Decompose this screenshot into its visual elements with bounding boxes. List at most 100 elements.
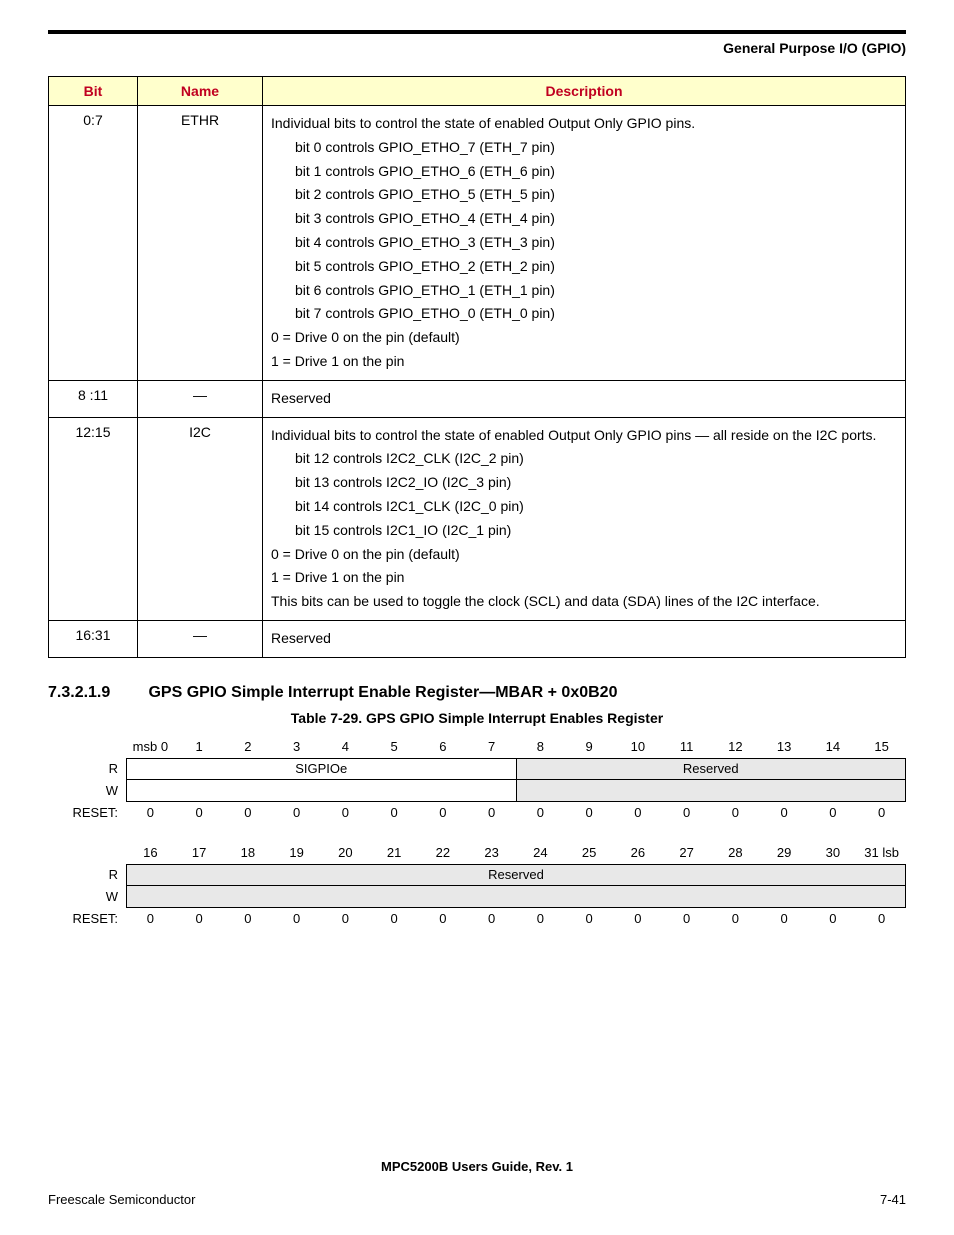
desc-line: bit 13 controls I2C2_IO (I2C_3 pin) [271,471,897,495]
field-reserved: Reserved [126,864,906,886]
field-reserved: Reserved [516,758,907,780]
bit-cell: 0 [321,908,370,930]
w-row-hi: W [48,780,906,802]
table-row: 0:7 ETHR Individual bits to control the … [49,106,906,381]
desc-line: bit 6 controls GPIO_ETHO_1 (ETH_1 pin) [271,279,897,303]
r-row-lo: R Reserved [48,864,906,886]
page-footer: MPC5200B Users Guide, Rev. 1 Freescale S… [48,1159,906,1207]
bit-cell: 0 [662,908,711,930]
bit-cell: 27 [662,842,711,864]
table-caption: Table 7-29. GPS GPIO Simple Interrupt En… [48,710,906,726]
desc-line: bit 4 controls GPIO_ETHO_3 (ETH_3 pin) [271,231,897,255]
reset-row-lo: RESET: 0000000000000000 [48,908,906,930]
bit-cell: 0 [809,908,858,930]
bit-cell: 28 [711,842,760,864]
w-label: W [48,780,126,802]
bit-cell: 0 [760,908,809,930]
bit-cell: 6 [419,736,468,758]
bit-cell: 0 [272,802,321,824]
field-desc: Individual bits to control the state of … [263,417,906,620]
bit-range: 12:15 [49,417,138,620]
bit-cell: 0 [614,908,663,930]
bit-cell: 0 [370,802,419,824]
bit-cell: 1 [175,736,224,758]
footer-left: Freescale Semiconductor [48,1192,195,1207]
bit-cell: 0 [419,908,468,930]
bit-cell: 0 [321,802,370,824]
section-heading: 7.3.2.1.9 GPS GPIO Simple Interrupt Enab… [48,684,906,702]
reset-label: RESET: [48,802,126,824]
field-name: — [138,620,263,657]
field-name: I2C [138,417,263,620]
bit-cell: 17 [175,842,224,864]
bit-cell: 10 [614,736,663,758]
desc-v1: 1 = Drive 1 on the pin [271,566,897,590]
desc-line: bit 3 controls GPIO_ETHO_4 (ETH_4 pin) [271,207,897,231]
bit-cell: 0 [614,802,663,824]
bit-cell: 0 [272,908,321,930]
section-number: 7.3.2.1.9 [48,684,144,702]
bit-cell: 0 [224,908,273,930]
bit-cell: 8 [516,736,565,758]
bit-cell: 0 [809,802,858,824]
field-desc: Reserved [263,380,906,417]
field-desc: Individual bits to control the state of … [263,106,906,381]
bit-numbers-lo: 16171819202122232425262728293031 lsb [48,842,906,864]
register-bit-diagram: msb 0123456789101112131415 R SIGPIOe Res… [48,736,906,930]
r-row-hi: R SIGPIOe Reserved [48,758,906,780]
register-fields-table: Bit Name Description 0:7 ETHR Individual… [48,76,906,658]
section-title: GPS GPIO Simple Interrupt Enable Registe… [148,684,617,701]
bit-cell: 0 [516,802,565,824]
bit-cell: 0 [760,802,809,824]
desc-v1: 1 = Drive 1 on the pin [271,350,897,374]
r-label: R [48,864,126,886]
bit-cell: 0 [467,908,516,930]
reset-label: RESET: [48,908,126,930]
field-name: ETHR [138,106,263,381]
bit-cell: 20 [321,842,370,864]
footer-guide: MPC5200B Users Guide, Rev. 1 [48,1159,906,1174]
bit-cell: 29 [760,842,809,864]
w-label: W [48,886,126,908]
desc-line: bit 12 controls I2C2_CLK (I2C_2 pin) [271,447,897,471]
bit-cell: 0 [175,802,224,824]
bit-cell: 9 [565,736,614,758]
bit-cell: 16 [126,842,175,864]
bit-cell: 0 [711,802,760,824]
bit-cell: 0 [857,802,906,824]
desc-v0: 0 = Drive 0 on the pin (default) [271,543,897,567]
bit-cell: 12 [711,736,760,758]
bit-cell: 0 [175,908,224,930]
bit-cell: 14 [809,736,858,758]
bit-cell: 4 [321,736,370,758]
bit-cell: 25 [565,842,614,864]
bit-cell: 30 [809,842,858,864]
bit-cell: 0 [467,802,516,824]
bit-cell: 0 [711,908,760,930]
bit-cell: 0 [126,908,175,930]
footer-right: 7-41 [880,1192,906,1207]
r-label: R [48,758,126,780]
desc-intro: Individual bits to control the state of … [271,115,695,131]
field-sigpioe: SIGPIOe [126,758,516,780]
bit-cell: 5 [370,736,419,758]
desc-line: bit 2 controls GPIO_ETHO_5 (ETH_5 pin) [271,183,897,207]
bit-cell: 31 lsb [857,842,906,864]
bit-range: 16:31 [49,620,138,657]
bit-cell: 0 [662,802,711,824]
table-row: 12:15 I2C Individual bits to control the… [49,417,906,620]
bit-range: 0:7 [49,106,138,381]
table-row: 8 :11 — Reserved [49,380,906,417]
bit-cell: 19 [272,842,321,864]
desc-line: bit 7 controls GPIO_ETHO_0 (ETH_0 pin) [271,302,897,326]
bit-cell: 26 [614,842,663,864]
desc-line: bit 0 controls GPIO_ETHO_7 (ETH_7 pin) [271,136,897,160]
col-desc: Description [263,77,906,106]
col-name: Name [138,77,263,106]
bit-cell: 22 [419,842,468,864]
bit-cell: 0 [370,908,419,930]
top-rule [48,30,906,34]
bit-cell: 13 [760,736,809,758]
bit-cell: 3 [272,736,321,758]
bit-cell: 23 [467,842,516,864]
